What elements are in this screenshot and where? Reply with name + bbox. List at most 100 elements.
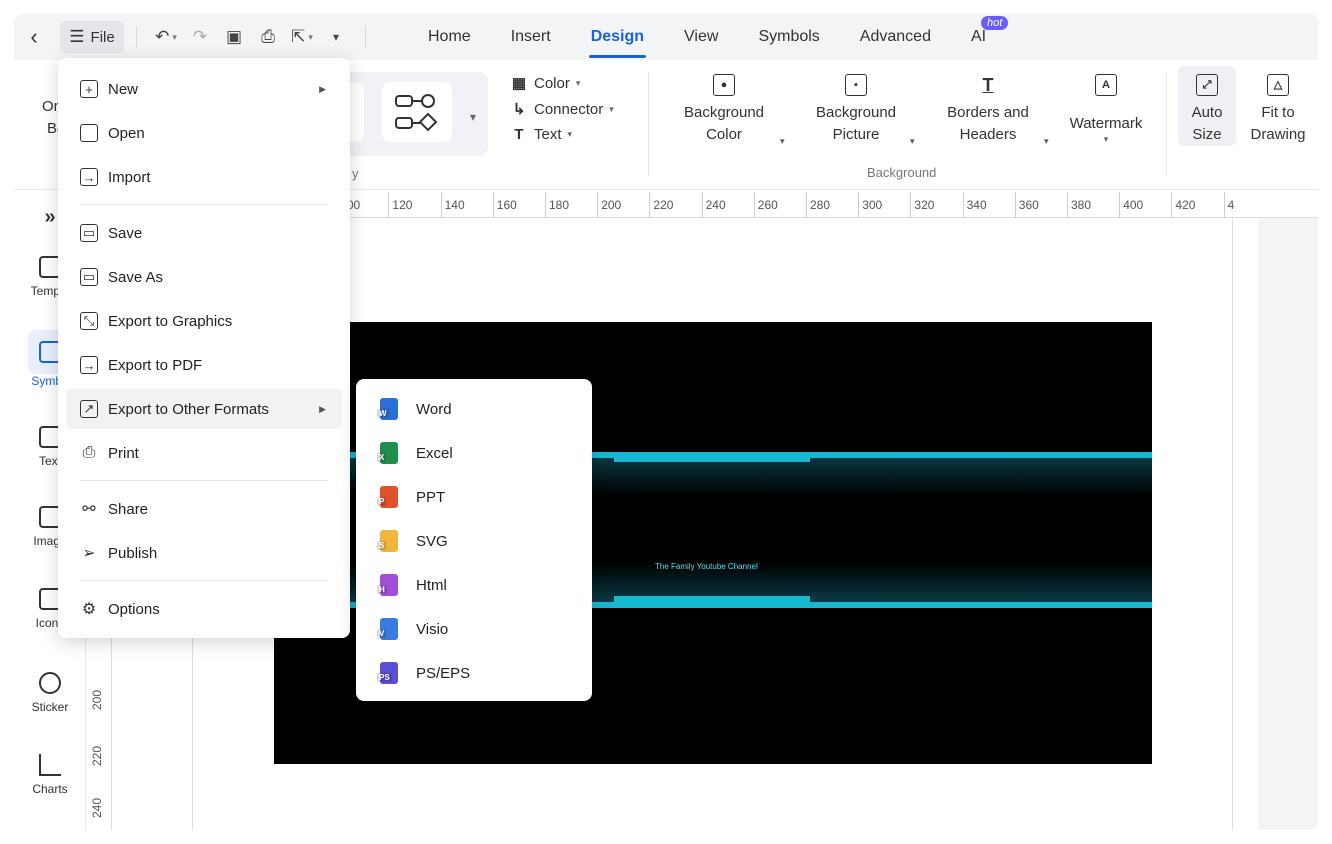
borders-caret[interactable]: ▾ [1044, 136, 1049, 147]
menu-item-label: Export to PDF [108, 356, 203, 374]
tab-view[interactable]: View [664, 14, 738, 60]
file-label: File [90, 28, 115, 46]
auto-size-line2: Size [1192, 126, 1222, 143]
watermark-label: Watermark [1069, 115, 1143, 132]
save-as-icon: ▭ [80, 268, 98, 286]
export-format-visio[interactable]: V Visio [356, 607, 592, 651]
export-format-label: Html [416, 576, 447, 594]
export-format-excel[interactable]: X Excel [356, 431, 592, 475]
ruler-tick [440, 192, 442, 218]
menu-item-share[interactable]: ⚯ Share [66, 489, 342, 529]
word-file-icon: W [377, 398, 398, 420]
file-menu-button[interactable]: ☰ File [60, 21, 124, 53]
export-format-pseps[interactable]: PS PS/EPS [356, 651, 592, 695]
auto-size-button[interactable]: ⤢ Auto Size [1178, 66, 1236, 146]
ruler-tick [1223, 192, 1225, 218]
color-dropdown[interactable]: ▦ Color ▾ [510, 74, 580, 93]
bg-color-caret[interactable]: ▾ [780, 136, 785, 147]
canvas-margin [1258, 218, 1318, 830]
menu-item-options[interactable]: ⚙ Options [66, 589, 342, 629]
divider [1166, 72, 1167, 176]
file-badge: P [377, 497, 387, 506]
export-format-word[interactable]: W Word [356, 387, 592, 431]
menu-item-label: Options [108, 600, 160, 618]
bg-picture-caret[interactable]: ▾ [910, 136, 915, 147]
auto-size-icon: ⤢ [1196, 74, 1218, 96]
menu-item-new[interactable]: + New ▶ [66, 69, 342, 109]
folder-icon [80, 124, 98, 142]
file-badge: X [377, 453, 387, 462]
tab-home[interactable]: Home [408, 14, 491, 60]
menu-item-import[interactable]: → Import [66, 157, 342, 197]
tab-ai[interactable]: AI hot [951, 14, 1009, 60]
tab-symbols[interactable]: Symbols [738, 14, 839, 60]
theme-tile-2[interactable] [382, 82, 452, 142]
theme-scroll-icon[interactable]: ▾ [470, 110, 476, 124]
save-icon[interactable]: ▣ [217, 21, 251, 53]
background-color-icon: ● [713, 74, 735, 96]
export-format-svg[interactable]: S SVG [356, 519, 592, 563]
fit-drawing-icon: △ [1267, 74, 1289, 96]
banner-bump-top [614, 452, 810, 462]
ruler-tick [597, 192, 599, 218]
import-icon: → [80, 168, 98, 186]
menu-item-open[interactable]: Open [66, 113, 342, 153]
export-format-ppt[interactable]: P PPT [356, 475, 592, 519]
connector-icon: ↳ [512, 101, 526, 118]
ruler-label: 360 [1018, 198, 1039, 212]
background-picture-button[interactable]: ▪ Background Picture [808, 74, 904, 146]
borders-headers-button[interactable]: T Borders and Headers [938, 74, 1038, 146]
more-icon[interactable]: ▾ [319, 21, 353, 53]
ruler-label: 300 [862, 198, 883, 212]
menu-item-save-as[interactable]: ▭ Save As [66, 257, 342, 297]
menu-item-export-other[interactable]: ↗ Export to Other Formats ▶ [66, 389, 342, 429]
export-format-html[interactable]: H Html [356, 563, 592, 607]
background-color-button[interactable]: ● Background Color [676, 74, 772, 146]
excel-file-icon: X [377, 442, 398, 464]
watermark-button[interactable]: A Watermark ▾ [1060, 74, 1152, 144]
menu-item-print[interactable]: ⎙ Print [66, 433, 342, 473]
menubar: ‹ ☰ File ↶ ▾ ↷ ▣ ⎙ ⇱ ▾ ▾ Home Insert Desig… [14, 14, 1318, 60]
tab-advanced[interactable]: Advanced [840, 14, 951, 60]
export-format-label: Excel [416, 444, 453, 462]
tab-insert[interactable]: Insert [491, 14, 571, 60]
auto-size-line1: Auto [1191, 104, 1223, 121]
file-badge: V [377, 629, 387, 638]
back-icon[interactable]: ‹ [14, 21, 54, 53]
ruler-label: 140 [444, 198, 465, 212]
text-label: Text [534, 126, 562, 143]
sidebar-item-charts[interactable]: Charts [14, 754, 86, 796]
export-icon[interactable]: ⇱ ▾ [285, 21, 319, 53]
ruler-tick [910, 192, 912, 218]
hot-badge: hot [980, 16, 1009, 30]
menu-item-save[interactable]: ▭ Save [66, 213, 342, 253]
html-file-icon: H [377, 574, 398, 596]
divider [136, 26, 137, 48]
connector-dropdown[interactable]: ↳ Connector ▾ [510, 100, 614, 119]
banner-bump-bottom [614, 596, 810, 606]
fit-line1: Fit to [1261, 104, 1295, 121]
ribbon-partial-glyph: y [352, 166, 359, 181]
print-icon[interactable]: ⎙ [251, 21, 285, 53]
plus-square-icon: + [80, 80, 98, 98]
ruler-tick [492, 192, 494, 218]
ruler-label: 400 [1123, 198, 1144, 212]
ruler-label: 4 [1227, 198, 1235, 212]
menu-item-export-graphics[interactable]: ⤡ Export to Graphics [66, 301, 342, 341]
borders-line1: Borders and [947, 104, 1029, 121]
menu-item-publish[interactable]: ➢ Publish [66, 533, 342, 573]
ruler-label: 320 [914, 198, 935, 212]
charts-label: Charts [32, 782, 68, 796]
sidebar-item-sticker[interactable]: Sticker [14, 672, 86, 714]
group-label-background: Background [867, 165, 937, 180]
divider [648, 72, 649, 176]
tab-design[interactable]: Design [571, 14, 664, 60]
menu-item-export-pdf[interactable]: → Export to PDF [66, 345, 342, 385]
ruler-tick [1119, 192, 1121, 218]
redo-icon[interactable]: ↷ [183, 21, 217, 53]
undo-icon[interactable]: ↶ ▾ [149, 21, 183, 53]
fit-to-drawing-button[interactable]: △ Fit to Drawing [1242, 74, 1314, 146]
text-dropdown[interactable]: T Text ▾ [510, 126, 572, 143]
ruler-label: 220 [90, 745, 104, 766]
export-pdf-icon: → [80, 356, 98, 374]
